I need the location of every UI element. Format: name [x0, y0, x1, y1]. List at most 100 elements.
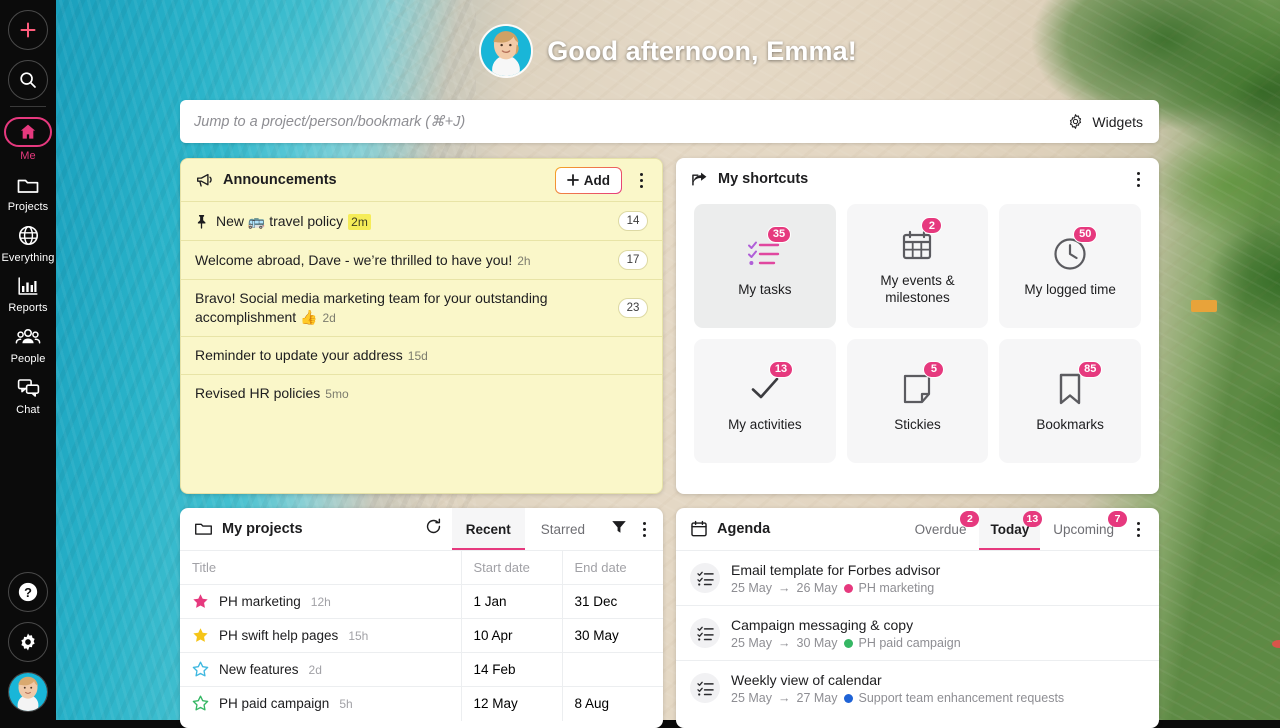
folder-icon	[194, 521, 213, 537]
announcement-text: Bravo! Social media marketing team for y…	[195, 289, 610, 327]
table-row[interactable]: PH swift help pages 15h 10 Apr 30 May	[180, 619, 663, 653]
shortcut-tile-my-activities[interactable]: 13 My activities	[694, 339, 836, 463]
project-age: 12h	[311, 595, 331, 609]
agenda-item-meta: 25 May → 30 May PH paid campaign	[731, 636, 1145, 650]
refresh-button[interactable]	[417, 518, 450, 540]
profile-avatar-button[interactable]	[8, 672, 48, 712]
beach-umbrella-a	[1272, 640, 1280, 648]
sidebar-item-projects[interactable]: Projects	[0, 166, 56, 217]
announcement-text: Reminder to update your address15d	[195, 346, 648, 365]
agenda-item[interactable]: Email template for Forbes advisor 25 May…	[676, 550, 1159, 605]
project-title-cell[interactable]: PH swift help pages 15h	[180, 619, 461, 653]
project-title-cell[interactable]: New features 2d	[180, 653, 461, 687]
project-title-cell[interactable]: PH paid campaign 5h	[180, 687, 461, 721]
sidebar-item-chat[interactable]: Chat	[0, 369, 56, 420]
add-button-label: Add	[584, 173, 610, 188]
agenda-item-body: Email template for Forbes advisor 25 May…	[731, 561, 1145, 595]
table-row[interactable]: New features 2d 14 Feb	[180, 653, 663, 687]
shortcut-tiles: 35 My tasks 2 My events & milestones 50 …	[676, 200, 1159, 481]
agenda-tab-upcoming[interactable]: Upcoming 7	[1042, 508, 1125, 550]
add-new-button[interactable]	[8, 10, 48, 50]
shortcut-icon-wrap: 50	[1053, 234, 1087, 274]
arrow-right-icon: →	[778, 691, 791, 705]
shortcut-tile-bookmarks[interactable]: 85 Bookmarks	[999, 339, 1141, 463]
column-header[interactable]: Title	[180, 551, 461, 585]
shortcut-tile-my-tasks[interactable]: 35 My tasks	[694, 204, 836, 328]
project-end-date: 30 May	[562, 619, 663, 653]
shortcuts-more-menu[interactable]	[1129, 168, 1147, 190]
widgets-button[interactable]: Widgets	[1057, 109, 1145, 134]
share-shortcut-icon	[690, 170, 709, 188]
arrow-right-icon: →	[778, 581, 791, 595]
gear-icon	[1067, 113, 1084, 130]
star-icon-outline	[192, 695, 209, 712]
primary-sidebar[interactable]: Me Projects Everything	[0, 0, 56, 720]
megaphone-icon	[195, 172, 214, 189]
sidebar-item-me[interactable]: Me	[0, 111, 56, 166]
agenda-tab-overdue[interactable]: Overdue 2	[904, 508, 978, 550]
announcement-comment-count: 17	[618, 250, 648, 270]
shortcut-icon-wrap: 5	[903, 369, 931, 409]
table-row[interactable]: PH marketing 12h 1 Jan 31 Dec	[180, 585, 663, 619]
task-list-icon	[697, 681, 714, 696]
add-announcement-button[interactable]: Add	[555, 167, 622, 194]
search-button[interactable]	[8, 60, 48, 100]
projects-header-controls: Recent Starred	[417, 508, 653, 550]
project-end-date: 31 Dec	[562, 585, 663, 619]
agenda-title-group: Agenda	[690, 520, 770, 538]
my-projects-panel: My projects Recent Starred	[180, 508, 663, 728]
projects-header: My projects Recent Starred	[180, 508, 663, 550]
column-header[interactable]: Start date	[461, 551, 562, 585]
agenda-start-date: 25 May	[731, 581, 772, 595]
filter-icon	[611, 519, 627, 535]
project-name: PH swift help pages	[219, 628, 338, 643]
agenda-item[interactable]: Campaign messaging & copy 25 May → 30 Ma…	[676, 605, 1159, 660]
project-start-date: 12 May	[461, 687, 562, 721]
shortcut-label: My logged time	[1024, 282, 1116, 299]
task-icon-wrap	[690, 618, 720, 648]
announcement-row[interactable]: New 🚌 travel policy2m 14	[181, 201, 662, 240]
column-header[interactable]: End date	[562, 551, 663, 585]
filter-button[interactable]	[601, 519, 633, 540]
checklist-icon	[747, 239, 783, 269]
task-list-icon	[697, 571, 714, 586]
announcements-more-menu[interactable]	[632, 169, 650, 191]
agenda-item-body: Campaign messaging & copy 25 May → 30 Ma…	[731, 616, 1145, 650]
sidebar-item-label: Projects	[0, 201, 56, 215]
agenda-more-menu[interactable]	[1129, 518, 1147, 540]
tab-starred[interactable]: Starred	[527, 508, 599, 550]
announcement-row[interactable]: Welcome abroad, Dave - we’re thrilled to…	[181, 240, 662, 279]
search-input[interactable]: Jump to a project/person/bookmark (⌘+J)	[194, 114, 1057, 130]
settings-button[interactable]	[8, 622, 48, 662]
agenda-item-name: Weekly view of calendar	[731, 671, 1145, 689]
announcement-row[interactable]: Reminder to update your address15d	[181, 336, 662, 374]
tab-recent[interactable]: Recent	[452, 508, 525, 550]
sidebar-item-people[interactable]: People	[0, 318, 56, 369]
shortcut-badge: 13	[769, 361, 793, 378]
shortcut-tile-my-events-milestones[interactable]: 2 My events & milestones	[847, 204, 989, 328]
table-row[interactable]: PH paid campaign 5h 12 May 8 Aug	[180, 687, 663, 721]
project-title-cell[interactable]: PH marketing 12h	[180, 585, 461, 619]
agenda-start-date: 25 May	[731, 691, 772, 705]
projects-more-menu[interactable]	[635, 518, 653, 540]
checkmark-icon	[749, 375, 781, 403]
star-icon-filled	[192, 627, 209, 644]
announcement-row[interactable]: Revised HR policies5mo	[181, 374, 662, 412]
project-name: New features	[219, 662, 299, 677]
panel-title-text: Agenda	[717, 521, 770, 537]
shortcut-tile-my-logged-time[interactable]: 50 My logged time	[999, 204, 1141, 328]
help-button[interactable]: ?	[8, 572, 48, 612]
beach-hut	[1191, 300, 1217, 312]
plus-icon	[567, 174, 579, 186]
sidebar-item-reports[interactable]: Reports	[0, 267, 56, 318]
agenda-item[interactable]: Weekly view of calendar 25 May → 27 May …	[676, 660, 1159, 715]
announcement-row[interactable]: Bravo! Social media marketing team for y…	[181, 279, 662, 336]
shortcut-tile-stickies[interactable]: 5 Stickies	[847, 339, 989, 463]
greeting-banner: Good afternoon, Emma!	[56, 20, 1280, 82]
sidebar-item-label: Reports	[0, 302, 56, 316]
project-end-date: 8 Aug	[562, 687, 663, 721]
agenda-tab-today[interactable]: Today 13	[979, 508, 1040, 550]
global-search-bar[interactable]: Jump to a project/person/bookmark (⌘+J) …	[180, 100, 1159, 143]
announcement-comment-count: 23	[618, 298, 648, 318]
sidebar-item-everything[interactable]: Everything	[0, 217, 56, 268]
